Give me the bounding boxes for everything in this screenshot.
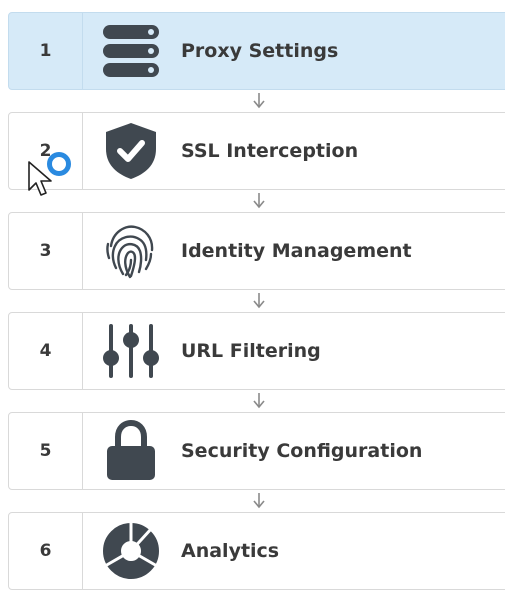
step-label: Proxy Settings (181, 40, 339, 62)
wizard-step-security-configuration[interactable]: 5 Security Configuration (8, 412, 505, 490)
step-number: 3 (9, 213, 83, 289)
shield-check-icon (83, 113, 179, 189)
step-label: Identity Management (181, 240, 412, 262)
fingerprint-icon (83, 213, 179, 289)
step-label: URL Filtering (181, 340, 321, 362)
step-label: Security Configuration (181, 440, 423, 462)
step-number: 5 (9, 413, 83, 489)
arrow-down-icon (253, 493, 265, 509)
arrow-down-icon (253, 393, 265, 409)
sliders-icon (83, 313, 179, 389)
wizard-step-analytics[interactable]: 6 Analytics (8, 512, 505, 590)
step-label: Analytics (181, 540, 280, 562)
arrow-down-icon (253, 293, 265, 309)
mouse-pointer-icon (28, 161, 52, 196)
step-number: 6 (9, 513, 83, 589)
wizard-step-ssl-interception[interactable]: 2 SSL Interception (8, 112, 505, 190)
wizard-step-identity-management[interactable]: 3 Identity Management (8, 212, 505, 290)
wizard-step-proxy-settings[interactable]: 1 Proxy Settings (8, 12, 505, 90)
step-number: 4 (9, 313, 83, 389)
arrow-down-icon (253, 193, 265, 209)
arrow-down-icon (253, 93, 265, 109)
pie-chart-icon (83, 513, 179, 589)
lock-icon (83, 413, 179, 489)
step-number: 1 (9, 13, 83, 89)
server-icon (83, 13, 179, 89)
step-label: SSL Interception (181, 140, 359, 162)
wizard-step-url-filtering[interactable]: 4 URL Filtering (8, 312, 505, 390)
